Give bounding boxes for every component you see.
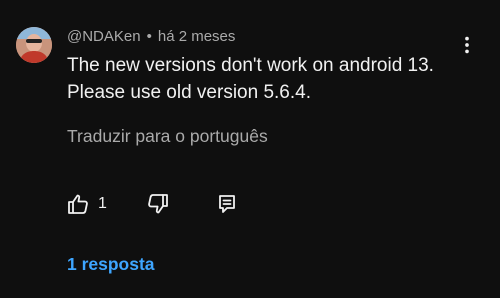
reply-button[interactable] (215, 190, 239, 218)
avatar[interactable] (16, 27, 52, 63)
translate-link[interactable]: Traduzir para o português (67, 126, 268, 147)
dislike-button[interactable] (146, 190, 170, 218)
more-vert-icon[interactable] (456, 34, 478, 56)
comment-text-line: Please use old version 5.6.4. (67, 82, 311, 103)
comment-text: The new versions don't work on android 1… (67, 52, 467, 106)
comment-meta: @NDAKen • há 2 meses (67, 28, 235, 45)
author-name[interactable]: @NDAKen (67, 28, 141, 45)
comment-time[interactable]: há 2 meses (158, 28, 236, 45)
comment-card: @NDAKen • há 2 meses The new versions do… (0, 0, 500, 298)
comment-actions: 1 (62, 190, 262, 218)
reply-icon (215, 192, 239, 216)
comment-text-line: The new versions don't work on android 1… (67, 55, 434, 76)
meta-separator: • (146, 28, 152, 45)
thumb-up-icon (66, 192, 90, 216)
thumb-down-icon (146, 192, 170, 216)
like-button[interactable]: 1 (66, 190, 107, 218)
view-replies-button[interactable]: 1 resposta (67, 254, 155, 275)
like-count: 1 (98, 195, 107, 212)
